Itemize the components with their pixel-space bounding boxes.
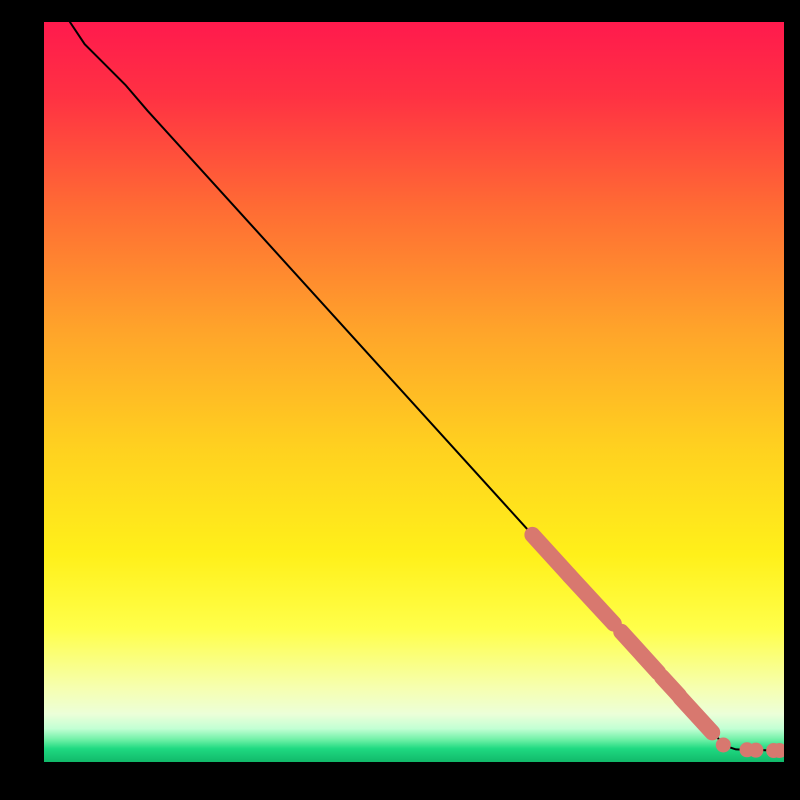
chart-frame: TheBottleneck.com bbox=[44, 22, 784, 762]
gradient-background bbox=[44, 22, 784, 762]
highlight-dot bbox=[716, 737, 731, 752]
highlight-dot bbox=[748, 743, 763, 758]
chart-canvas bbox=[44, 22, 784, 762]
